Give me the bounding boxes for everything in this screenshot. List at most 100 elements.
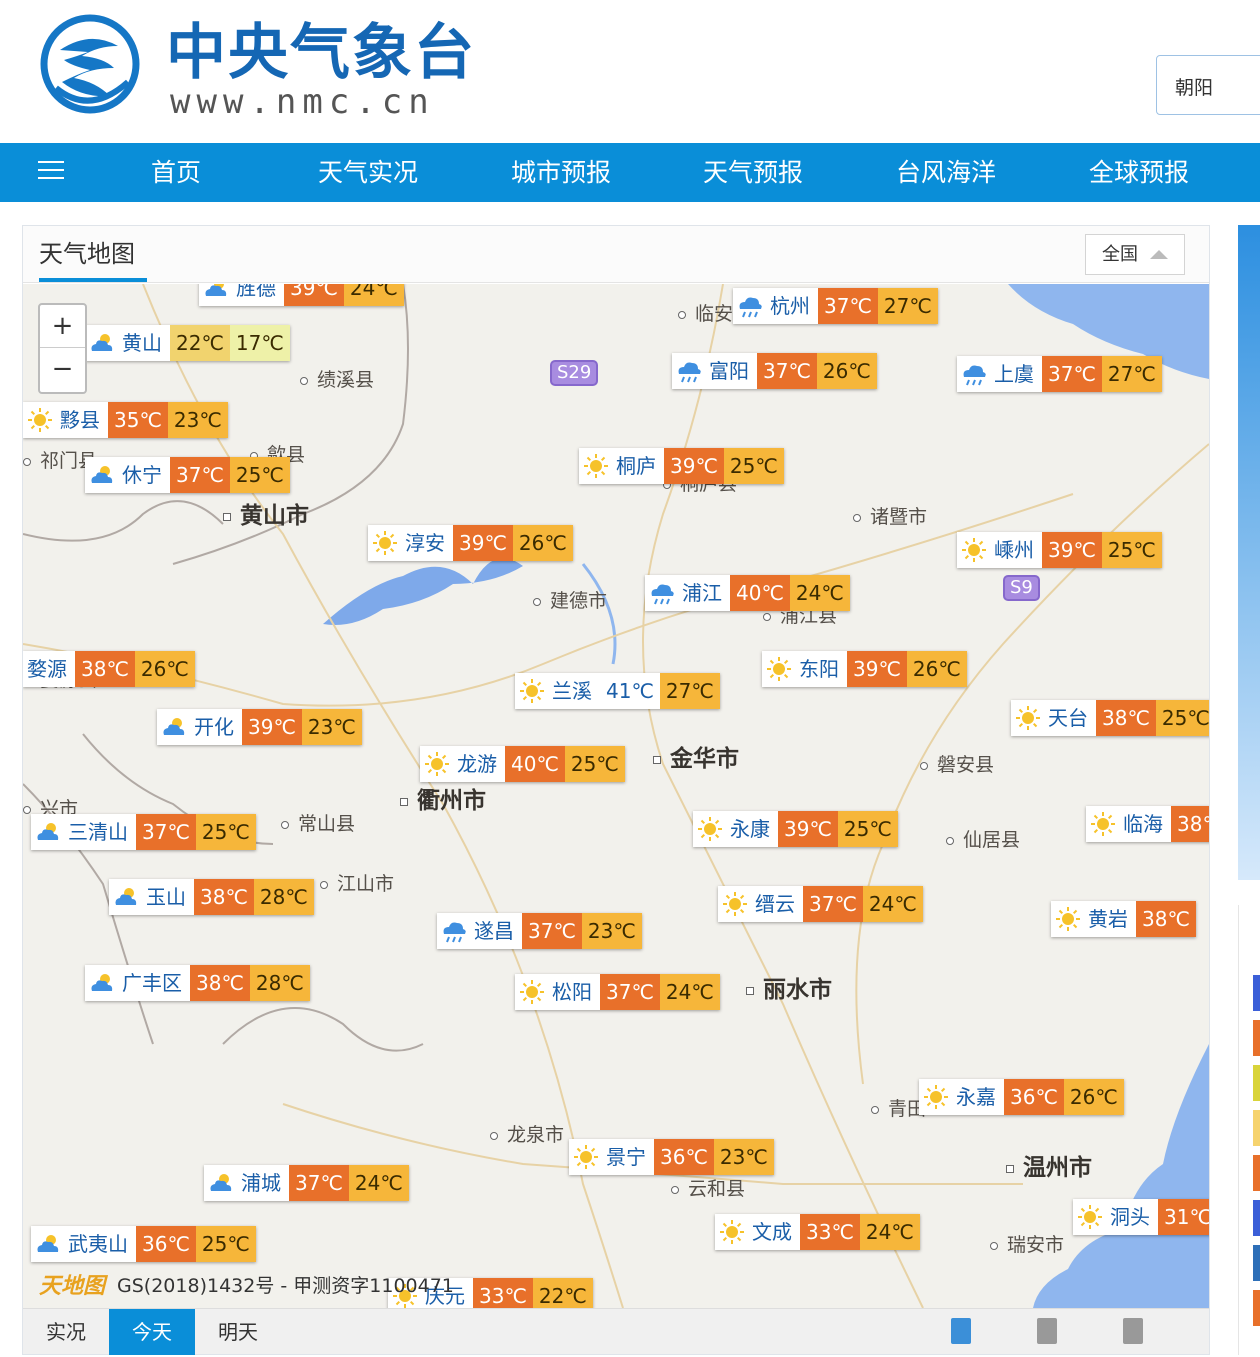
station-forecast-label[interactable]: 永康 39℃ 25℃ <box>693 811 898 847</box>
station-forecast-label[interactable]: 天台 38℃ 25℃ <box>1011 700 1209 736</box>
station-forecast-label[interactable]: 三清山 37℃ 25℃ <box>31 814 256 850</box>
high-temperature: 38℃ <box>1136 901 1196 937</box>
timeline-bar[interactable] <box>1123 1318 1143 1344</box>
station-forecast-label[interactable]: 黄岩 38℃ <box>1051 901 1196 937</box>
high-temperature: 39℃ <box>284 284 344 306</box>
station-forecast-label[interactable]: 浦城 37℃ 24℃ <box>204 1165 409 1201</box>
station-forecast-label[interactable]: 广丰区 38℃ 28℃ <box>85 965 310 1001</box>
tab-observations[interactable]: 实况 <box>23 1309 109 1355</box>
station-forecast-label[interactable]: 洞头 31℃ <box>1073 1199 1209 1235</box>
tab-today[interactable]: 今天 <box>109 1309 195 1355</box>
high-temperature: 37℃ <box>757 353 817 389</box>
map-canvas[interactable]: + − S29 S9 绩溪县 歙县 祁门县 黄山市 临安 诸暨市 建德市 金华市 磐安县 衢州市常… <box>23 284 1209 1308</box>
sun-icon <box>719 1219 745 1245</box>
station-name-box: 景宁 <box>569 1139 654 1175</box>
rain-icon <box>441 918 467 944</box>
station-forecast-label[interactable]: 龙游 40℃ 25℃ <box>420 746 625 782</box>
station-name-box: 永康 <box>693 811 778 847</box>
station-forecast-label[interactable]: 桐庐 39℃ 25℃ <box>579 448 784 484</box>
station-forecast-label[interactable]: 松阳 37℃ 24℃ <box>515 974 720 1010</box>
low-temperature: 24℃ <box>343 284 404 306</box>
timeline-bar[interactable] <box>1037 1318 1057 1344</box>
cloud-sun-icon <box>89 970 115 996</box>
place-marker-icon <box>853 513 861 522</box>
station-forecast-label[interactable]: 富阳 37℃ 26℃ <box>672 353 877 389</box>
station-name-box: 黄岩 <box>1051 901 1136 937</box>
place-marker-icon <box>920 761 928 770</box>
low-temperature: 25℃ <box>195 1226 256 1262</box>
station-forecast-label[interactable]: 浦江 40℃ 24℃ <box>645 575 850 611</box>
station-forecast-label[interactable]: 休宁 37℃ 25℃ <box>85 457 290 493</box>
station-forecast-label[interactable]: 淳安 39℃ 26℃ <box>368 525 573 561</box>
station-forecast-label[interactable]: 遂昌 37℃ 23℃ <box>437 913 642 949</box>
nav-global-forecast[interactable]: 全球预报 <box>1089 143 1189 202</box>
nmc-logo-icon[interactable] <box>38 12 142 116</box>
high-temperature: 37℃ <box>289 1165 349 1201</box>
legend-swatch <box>1253 1155 1260 1191</box>
station-forecast-label[interactable]: 缙云 37℃ 24℃ <box>718 886 923 922</box>
station-forecast-label[interactable]: 嵊州 39℃ 25℃ <box>957 532 1162 568</box>
zoom-out-button[interactable]: − <box>40 348 85 391</box>
high-temperature: 33℃ <box>473 1278 533 1308</box>
station-name-box: 浦江 <box>645 575 730 611</box>
station-forecast-label[interactable]: 临海 38℃ <box>1086 806 1209 842</box>
zoom-in-button[interactable]: + <box>40 305 85 348</box>
station-forecast-label[interactable]: 兰溪 41℃ 27℃ <box>515 673 720 709</box>
station-name: 休宁 <box>122 463 162 487</box>
station-forecast-label[interactable]: 旌德 39℃ 24℃ <box>199 284 404 306</box>
place-marker-icon <box>223 512 231 521</box>
station-name: 淳安 <box>405 531 445 555</box>
cloud-sun-icon <box>208 1170 234 1196</box>
low-temperature: 24℃ <box>862 886 923 922</box>
low-temperature: 28℃ <box>249 965 310 1001</box>
low-temperature: 24℃ <box>859 1214 920 1250</box>
site-title[interactable]: 中央气象台 <box>166 18 476 88</box>
high-temperature: 36℃ <box>1004 1079 1064 1115</box>
nav-home[interactable]: 首页 <box>151 143 201 202</box>
place-label: 衢州市 <box>400 781 486 815</box>
rain-icon <box>737 293 763 319</box>
station-forecast-label[interactable]: 婺源 38℃ 26℃ <box>23 651 195 687</box>
nav-city-forecast[interactable]: 城市预报 <box>511 143 611 202</box>
nav-weather-forecast[interactable]: 天气预报 <box>703 143 803 202</box>
legend-swatch <box>1253 1065 1260 1101</box>
station-forecast-label[interactable]: 景宁 36℃ 23℃ <box>569 1139 774 1175</box>
low-temperature: 25℃ <box>195 814 256 850</box>
place-marker-icon <box>300 376 308 385</box>
station-name-box: 天台 <box>1011 700 1096 736</box>
place-name: 诸暨市 <box>870 506 928 528</box>
station-forecast-label[interactable]: 上虞 37℃ 27℃ <box>957 356 1162 392</box>
menu-icon[interactable] <box>38 161 64 183</box>
place-label: 临安 <box>678 299 733 326</box>
station-name: 浦江 <box>682 581 722 605</box>
low-temperature: 28℃ <box>253 879 314 915</box>
high-temperature: 40℃ <box>730 575 790 611</box>
city-search-input[interactable]: 朝阳 <box>1156 55 1260 115</box>
station-forecast-label[interactable]: 文成 33℃ 24℃ <box>715 1214 920 1250</box>
station-forecast-label[interactable]: 杭州 37℃ 27℃ <box>733 288 938 324</box>
place-marker-icon <box>763 612 771 621</box>
station-name: 杭州 <box>770 294 810 318</box>
station-name: 景宁 <box>606 1145 646 1169</box>
sun-icon <box>1055 906 1081 932</box>
station-forecast-label[interactable]: 武夷山 36℃ 25℃ <box>31 1226 256 1262</box>
station-name-box: 三清山 <box>31 814 136 850</box>
high-temperature: 37℃ <box>522 913 582 949</box>
nav-typhoon-ocean[interactable]: 台风海洋 <box>896 143 996 202</box>
station-name-box: 淳安 <box>368 525 453 561</box>
station-forecast-label[interactable]: 开化 39℃ 23℃ <box>157 709 362 745</box>
station-forecast-label[interactable]: 永嘉 36℃ 26℃ <box>919 1079 1124 1115</box>
station-forecast-label[interactable]: 东阳 39℃ 26℃ <box>762 651 967 687</box>
high-temperature: 22℃ <box>170 325 230 361</box>
station-forecast-label[interactable]: 黄山 22℃ 17℃ <box>85 325 290 361</box>
station-name: 富阳 <box>709 359 749 383</box>
cloud-sun-icon <box>89 462 115 488</box>
tab-tomorrow[interactable]: 明天 <box>195 1309 281 1355</box>
station-forecast-label[interactable]: 玉山 38℃ 28℃ <box>109 879 314 915</box>
nav-weather-observations[interactable]: 天气实况 <box>318 143 418 202</box>
place-name: 绩溪县 <box>317 369 375 391</box>
sun-icon <box>923 1084 949 1110</box>
region-select[interactable]: 全国 <box>1085 234 1185 275</box>
station-forecast-label[interactable]: 黟县 35℃ 23℃ <box>23 402 228 438</box>
timeline-bar[interactable] <box>951 1318 971 1344</box>
